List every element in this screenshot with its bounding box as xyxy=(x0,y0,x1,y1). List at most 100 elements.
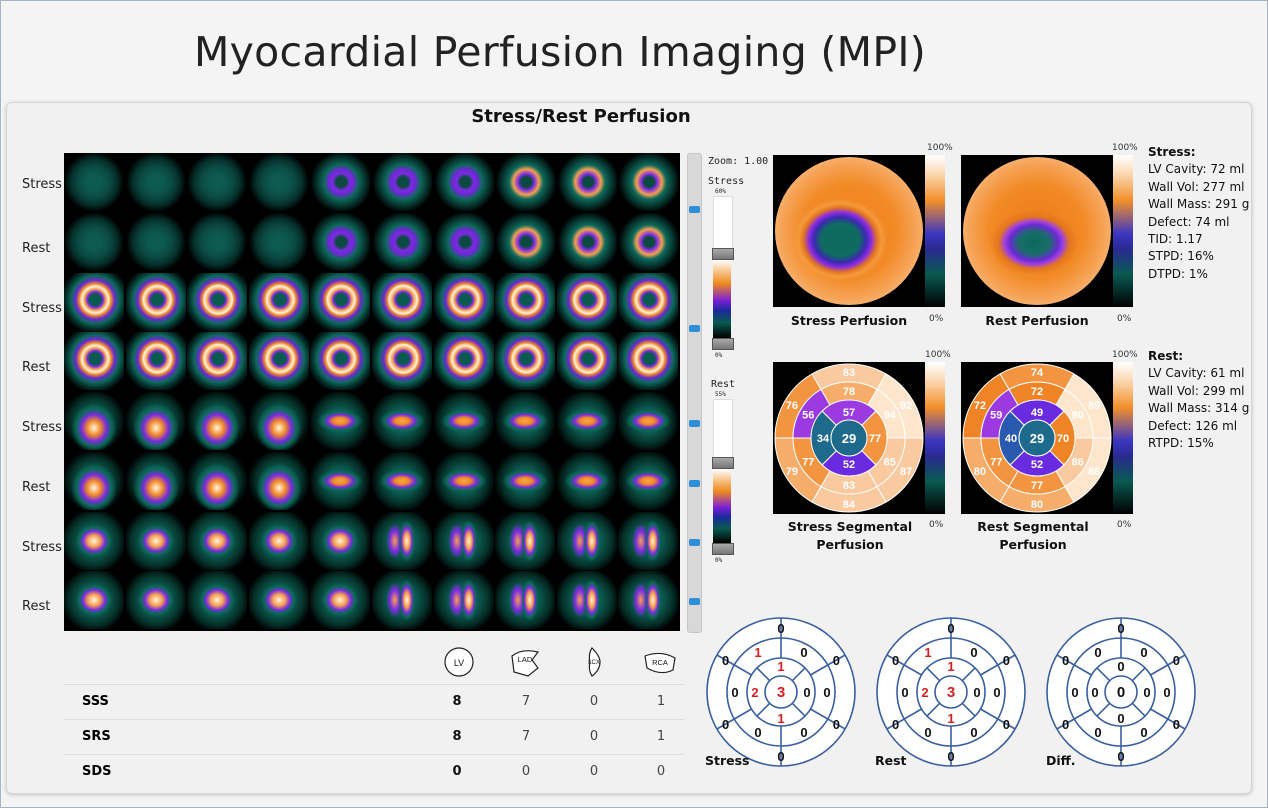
slice-image[interactable] xyxy=(618,153,679,211)
stress-perfusion-map[interactable] xyxy=(773,155,925,307)
slice-image[interactable] xyxy=(64,272,124,331)
slice-image[interactable] xyxy=(248,272,309,331)
stress-scale-handle-top[interactable] xyxy=(712,248,734,260)
slice-image[interactable] xyxy=(495,392,556,450)
bullseye-score: 0 xyxy=(754,725,761,740)
slice-image[interactable] xyxy=(310,153,371,211)
slice-image[interactable] xyxy=(556,511,617,570)
rest-segmental-map[interactable]: 29 49 70 52 40 72 90 86 77 77 59 74 89 88 80 80 72 xyxy=(961,362,1113,514)
slice-image[interactable] xyxy=(372,153,432,211)
slice-image[interactable] xyxy=(372,392,432,450)
scrollbar-thumb[interactable] xyxy=(689,480,700,487)
rest-perfusion-map[interactable] xyxy=(961,155,1113,307)
stress-segmental-map[interactable]: 29 57 77 52 34 78 94 85 83 77 56 83 92 87 84 79 76 xyxy=(773,362,925,514)
slice-image[interactable] xyxy=(64,571,124,630)
slice-image[interactable] xyxy=(125,392,186,450)
slice-image[interactable] xyxy=(310,332,371,391)
slice-image[interactable] xyxy=(125,212,186,271)
slice-image[interactable] xyxy=(64,511,124,570)
slice-image[interactable] xyxy=(618,272,679,331)
slice-image[interactable] xyxy=(372,332,432,391)
scrollbar-thumb[interactable] xyxy=(689,598,700,605)
slice-image[interactable] xyxy=(556,153,617,211)
slice-image[interactable] xyxy=(495,272,556,331)
scrollbar-thumb[interactable] xyxy=(689,325,700,332)
slice-image[interactable] xyxy=(618,511,679,570)
slice-image[interactable] xyxy=(248,451,309,510)
slice-image[interactable] xyxy=(248,332,309,391)
slice-image[interactable] xyxy=(495,511,556,570)
stress-scale-handle-bottom[interactable] xyxy=(712,338,734,350)
slice-image[interactable] xyxy=(64,212,124,271)
slice-image[interactable] xyxy=(248,212,309,271)
slice-image[interactable] xyxy=(433,511,494,570)
slice-image[interactable] xyxy=(64,332,124,391)
slice-image[interactable] xyxy=(248,571,309,630)
slice-image[interactable] xyxy=(433,212,494,271)
slice-image[interactable] xyxy=(187,153,248,211)
slice-image[interactable] xyxy=(125,332,186,391)
slice-image[interactable] xyxy=(187,571,248,630)
slice-image[interactable] xyxy=(618,212,679,271)
scrollbar-thumb[interactable] xyxy=(689,539,700,546)
slice-image[interactable] xyxy=(310,451,371,510)
slice-image[interactable] xyxy=(125,451,186,510)
slice-image[interactable] xyxy=(556,392,617,450)
slice-image[interactable] xyxy=(556,272,617,331)
slice-image[interactable] xyxy=(310,212,371,271)
slice-image[interactable] xyxy=(556,451,617,510)
slice-image[interactable] xyxy=(618,332,679,391)
slice-image[interactable] xyxy=(433,332,494,391)
slice-image[interactable] xyxy=(310,392,371,450)
slice-image[interactable] xyxy=(372,272,432,331)
slice-image[interactable] xyxy=(433,571,494,630)
slice-image[interactable] xyxy=(618,571,679,630)
slice-image[interactable] xyxy=(556,571,617,630)
slice-image[interactable] xyxy=(433,451,494,510)
slice-image[interactable] xyxy=(125,272,186,331)
slice-image[interactable] xyxy=(310,272,371,331)
slice-image[interactable] xyxy=(310,511,371,570)
slice-image[interactable] xyxy=(248,392,309,450)
slice-image[interactable] xyxy=(495,332,556,391)
slice-image[interactable] xyxy=(495,212,556,271)
slice-image[interactable] xyxy=(556,212,617,271)
slice-image[interactable] xyxy=(187,212,248,271)
slice-image[interactable] xyxy=(495,571,556,630)
slice-image[interactable] xyxy=(372,571,432,630)
slice-image[interactable] xyxy=(64,451,124,510)
scrollbar-thumb[interactable] xyxy=(689,206,700,213)
slice-image[interactable] xyxy=(125,571,186,630)
slice-image[interactable] xyxy=(187,511,248,570)
slice-image[interactable] xyxy=(372,511,432,570)
slice-image[interactable] xyxy=(248,511,309,570)
scrollbar-thumb[interactable] xyxy=(689,420,700,427)
rest-scale-handle-bottom[interactable] xyxy=(712,543,734,555)
rest-scale-handle-top[interactable] xyxy=(712,457,734,469)
slice-image[interactable] xyxy=(433,272,494,331)
slice-image[interactable] xyxy=(187,451,248,510)
stress-stats-header: Stress: xyxy=(1148,145,1196,159)
slice-image[interactable] xyxy=(495,153,556,211)
slice-image[interactable] xyxy=(64,153,124,211)
slice-image[interactable] xyxy=(125,153,186,211)
slice-image[interactable] xyxy=(187,272,248,331)
slice-image[interactable] xyxy=(372,212,432,271)
slice-image[interactable] xyxy=(187,332,248,391)
slice-image[interactable] xyxy=(248,153,309,211)
slice-image[interactable] xyxy=(125,511,186,570)
slice-scrollbar[interactable] xyxy=(687,153,702,633)
slice-image[interactable] xyxy=(187,392,248,450)
slice-image[interactable] xyxy=(310,571,371,630)
bullseye-score: 0 xyxy=(1143,685,1150,700)
slice-image[interactable] xyxy=(433,153,494,211)
slice-image[interactable] xyxy=(556,332,617,391)
slice-image[interactable] xyxy=(618,392,679,450)
slice-image[interactable] xyxy=(433,392,494,450)
slice-image[interactable] xyxy=(372,451,432,510)
slice-image-grid[interactable] xyxy=(64,153,680,631)
slice-image[interactable] xyxy=(495,451,556,510)
slice-image[interactable] xyxy=(64,392,124,450)
slice-image[interactable] xyxy=(618,451,679,510)
bullseye-score: 2 xyxy=(921,685,928,700)
